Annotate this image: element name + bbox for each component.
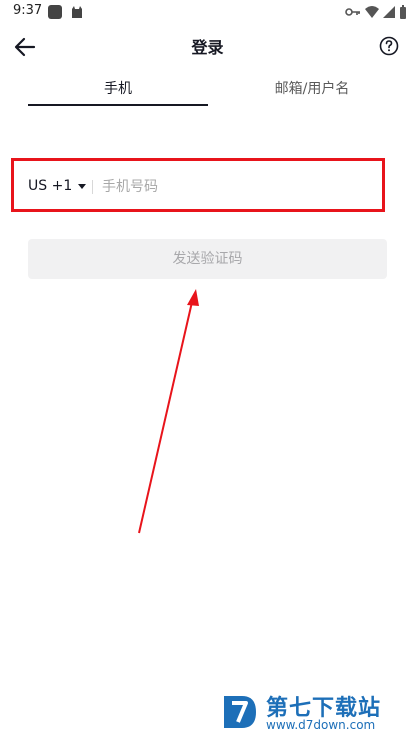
login-tabs: 手机 邮箱/用户名	[0, 70, 415, 110]
country-code-label: US +1	[28, 178, 73, 194]
phone-input-row: US +1	[11, 158, 385, 212]
app-notification-icon	[48, 5, 62, 19]
help-icon[interactable]	[379, 36, 399, 56]
caret-down-icon	[78, 183, 87, 189]
phone-number-input[interactable]	[100, 173, 374, 201]
watermark: 第七下载站 www.d7down.com	[220, 688, 415, 737]
d7-logo-icon	[224, 696, 256, 728]
send-code-button[interactable]: 发送验证码	[28, 239, 387, 279]
signal-icon	[383, 6, 395, 18]
country-code-select[interactable]: US +1	[28, 178, 87, 194]
vpn-key-icon	[345, 8, 360, 16]
active-tab-indicator	[28, 104, 208, 106]
wifi-icon	[365, 6, 379, 18]
divider	[92, 180, 93, 194]
cat-notification-icon	[72, 6, 82, 18]
annotation-arrow	[138, 289, 199, 534]
tab-email-username[interactable]: 邮箱/用户名	[222, 78, 402, 98]
watermark-url: www.d7down.com	[266, 718, 376, 732]
tab-phone[interactable]: 手机	[28, 78, 208, 98]
page-title: 登录	[191, 38, 224, 57]
header: 登录	[0, 26, 415, 66]
battery-icon	[400, 5, 406, 19]
status-bar: 9:37	[0, 0, 415, 24]
arrowhead-icon	[187, 289, 199, 306]
status-time: 9:37	[13, 3, 43, 18]
